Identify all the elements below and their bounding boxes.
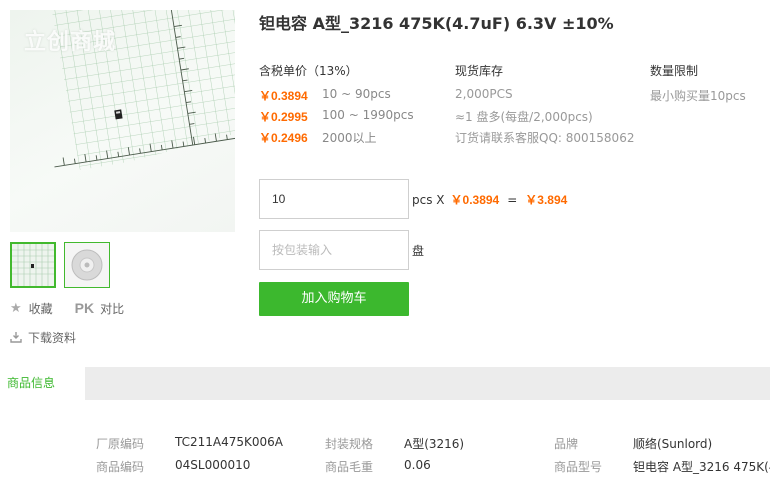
download-link[interactable]: 下载资料 bbox=[28, 329, 76, 346]
favorite-compare-row: ★ 收藏 PK 对比 bbox=[10, 299, 124, 317]
favorite-link[interactable]: 收藏 bbox=[29, 300, 53, 317]
thumbnail-reel-image bbox=[65, 243, 109, 287]
tab-product-info[interactable]: 商品信息 bbox=[0, 367, 85, 400]
reel-unit-label: 盘 bbox=[412, 244, 425, 258]
min-purchase: 最小购买量10pcs bbox=[650, 89, 746, 103]
download-icon bbox=[10, 331, 22, 343]
price-header: 含税单价（13%） bbox=[259, 64, 358, 78]
spec-value: 钽电容 A型_3216 475K(4. bbox=[633, 460, 770, 474]
add-to-cart-button[interactable]: 加入购物车 bbox=[259, 282, 409, 316]
tier-range: 2000以上 bbox=[322, 131, 377, 145]
spec-label: 封装规格 bbox=[325, 437, 374, 451]
tier-range: 10 ~ 90pcs bbox=[322, 87, 391, 101]
quantity-input[interactable]: 10 bbox=[259, 179, 409, 219]
price-tier-row: ￥0.3894 10 ~ 90pcs bbox=[259, 87, 391, 104]
pk-icon[interactable]: PK bbox=[75, 300, 94, 316]
spec-label: 商品编码 bbox=[96, 460, 145, 474]
unit-price: ￥0.3894 bbox=[450, 193, 500, 207]
price-tier-row: ￥0.2995 100 ~ 1990pcs bbox=[259, 108, 414, 125]
stock-header: 现货库存 bbox=[455, 64, 504, 78]
thumbnail-1[interactable] bbox=[10, 242, 56, 288]
spec-label: 品牌 bbox=[554, 437, 579, 451]
tier-price: ￥0.2995 bbox=[259, 110, 308, 124]
spec-label: 厂原编码 bbox=[96, 437, 145, 451]
price-calculation: pcs X ￥0.3894 = ￥3.894 bbox=[412, 191, 567, 208]
tier-price: ￥0.3894 bbox=[259, 89, 308, 103]
reel-quantity-input[interactable]: 按包装输入 bbox=[259, 230, 409, 270]
total-price: ￥3.894 bbox=[525, 193, 568, 207]
spec-value: A型(3216) bbox=[404, 437, 465, 451]
stock-quantity: 2,000PCS bbox=[455, 87, 513, 101]
stock-reel-info: ≈1 盘多(每盘/2,000pcs) bbox=[455, 110, 593, 124]
spec-label: 商品型号 bbox=[554, 460, 603, 474]
spec-value: 顺络(Sunlord) bbox=[633, 437, 713, 451]
limit-header: 数量限制 bbox=[650, 64, 699, 78]
star-icon[interactable]: ★ bbox=[10, 301, 22, 316]
tier-range: 100 ~ 1990pcs bbox=[322, 108, 414, 122]
spec-value: TC211A475K006A bbox=[175, 435, 284, 449]
equals-sign: = bbox=[507, 192, 518, 207]
product-title: 钽电容 A型_3216 475K(4.7uF) 6.3V ±10% bbox=[259, 14, 614, 33]
product-main-image: 立创商城 bbox=[10, 10, 235, 232]
spec-value: 0.06 bbox=[404, 458, 431, 472]
thumbnail-ruler-image bbox=[12, 244, 54, 286]
price-tier-row: ￥0.2496 2000以上 bbox=[259, 129, 377, 146]
stock-contact: 订货请联系客服QQ: 800158062 bbox=[455, 131, 635, 145]
thumbnail-2[interactable] bbox=[64, 242, 110, 288]
unit-multiplier: pcs X bbox=[412, 192, 445, 207]
watermark-logo: 立创商城 bbox=[24, 30, 117, 55]
detail-tab-bar: 商品信息 bbox=[0, 367, 770, 400]
spec-value: 04SL000010 bbox=[175, 458, 251, 472]
compare-link[interactable]: 对比 bbox=[100, 300, 124, 317]
tier-price: ￥0.2496 bbox=[259, 131, 308, 145]
spec-label: 商品毛重 bbox=[325, 460, 374, 474]
download-row[interactable]: 下载资料 bbox=[10, 329, 76, 345]
